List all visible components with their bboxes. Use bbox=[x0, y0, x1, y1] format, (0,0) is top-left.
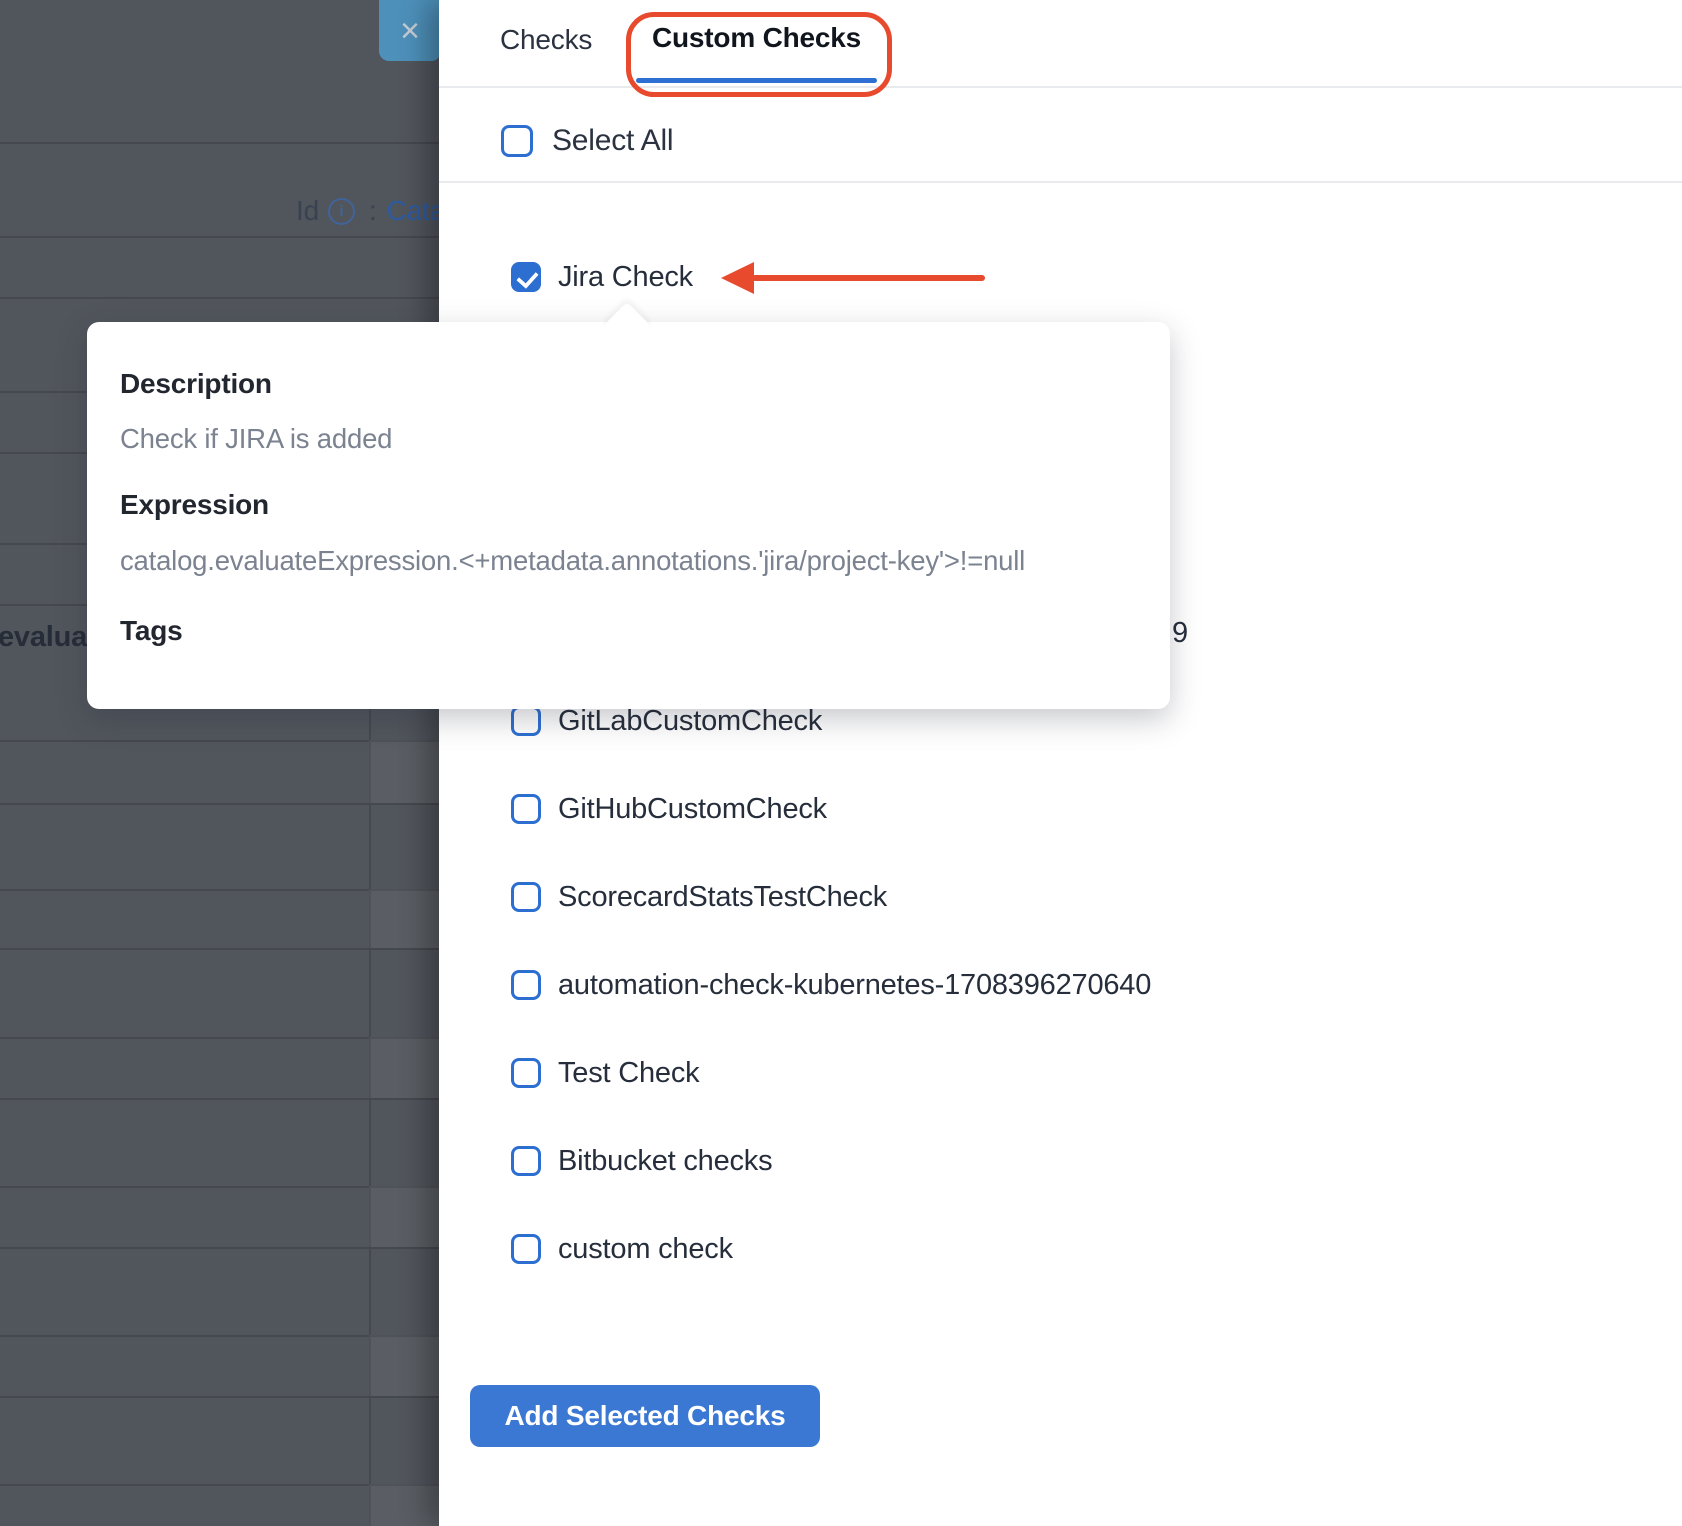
check-label[interactable]: automation-check-kubernetes-170839627064… bbox=[558, 970, 1151, 1000]
occluded-check-label-fragment: 9 bbox=[1172, 617, 1188, 650]
tooltip-description-label: Description bbox=[120, 368, 272, 400]
table-cell-fragment: evaluat bbox=[0, 621, 97, 654]
table-header-separator: : bbox=[369, 195, 377, 227]
divider bbox=[439, 181, 1682, 183]
jira-check-checkbox[interactable] bbox=[511, 262, 541, 292]
table-cell-highlight bbox=[369, 740, 439, 803]
check-details-tooltip: Description Check if JIRA is added Expre… bbox=[87, 322, 1170, 709]
table-row-line bbox=[0, 1396, 439, 1398]
table-row-line bbox=[0, 1247, 439, 1249]
add-selected-checks-button[interactable]: Add Selected Checks bbox=[470, 1385, 820, 1447]
checks-drawer: Checks Custom Checks Select All 0 9 Jira… bbox=[439, 0, 1682, 1526]
tooltip-expression-value: catalog.evaluateExpression.<+metadata.an… bbox=[120, 545, 1025, 577]
check-label[interactable]: ScorecardStatsTestCheck bbox=[558, 882, 887, 912]
table-row-line bbox=[0, 236, 439, 238]
check-label[interactable]: Jira Check bbox=[558, 262, 693, 292]
table-row-line bbox=[0, 948, 439, 950]
select-all-label[interactable]: Select All bbox=[552, 125, 673, 155]
table-row-line bbox=[0, 1098, 439, 1100]
check-checkbox[interactable] bbox=[511, 706, 541, 736]
close-icon: × bbox=[400, 14, 420, 48]
table-row-line bbox=[0, 803, 439, 805]
check-label[interactable]: custom check bbox=[558, 1234, 733, 1264]
table-cell-highlight bbox=[369, 1037, 439, 1098]
tooltip-description-value: Check if JIRA is added bbox=[120, 423, 392, 455]
table-row-line bbox=[0, 297, 439, 299]
select-all-checkbox[interactable] bbox=[501, 125, 533, 157]
check-checkbox[interactable] bbox=[511, 1058, 541, 1088]
arrow-shaft bbox=[752, 275, 985, 281]
check-checkbox[interactable] bbox=[511, 970, 541, 1000]
divider bbox=[439, 86, 1682, 88]
table-header-value-fragment: Cata bbox=[387, 195, 445, 227]
info-icon: i bbox=[328, 198, 355, 225]
table-cell-highlight bbox=[369, 1186, 439, 1247]
check-label[interactable]: Test Check bbox=[558, 1058, 699, 1088]
check-checkbox[interactable] bbox=[511, 1234, 541, 1264]
annotation-highlight-oval bbox=[626, 12, 892, 97]
table-header-id-label: Id bbox=[296, 195, 319, 227]
table-header-id: Id i : Cata bbox=[296, 196, 445, 226]
check-checkbox[interactable] bbox=[511, 1146, 541, 1176]
check-label[interactable]: Bitbucket checks bbox=[558, 1146, 772, 1176]
check-checkbox[interactable] bbox=[511, 882, 541, 912]
close-button[interactable]: × bbox=[379, 0, 441, 61]
tab-checks[interactable]: Checks bbox=[500, 25, 592, 55]
tooltip-tags-label: Tags bbox=[120, 615, 182, 647]
tooltip-expression-label: Expression bbox=[120, 489, 269, 521]
arrow-head-icon bbox=[721, 262, 754, 294]
screen: Id i : Cata evaluat × Checks Custom Chec… bbox=[0, 0, 1682, 1526]
check-checkbox[interactable] bbox=[511, 794, 541, 824]
table-cell-highlight bbox=[369, 1484, 439, 1526]
modal-overlay-backdrop: Id i : Cata evaluat bbox=[0, 0, 439, 1526]
check-label[interactable]: GitHubCustomCheck bbox=[558, 794, 827, 824]
table-cell-highlight bbox=[369, 889, 439, 948]
table-row-line bbox=[0, 142, 439, 144]
table-cell-highlight bbox=[369, 1335, 439, 1396]
check-label[interactable]: GitLabCustomCheck bbox=[558, 706, 822, 736]
